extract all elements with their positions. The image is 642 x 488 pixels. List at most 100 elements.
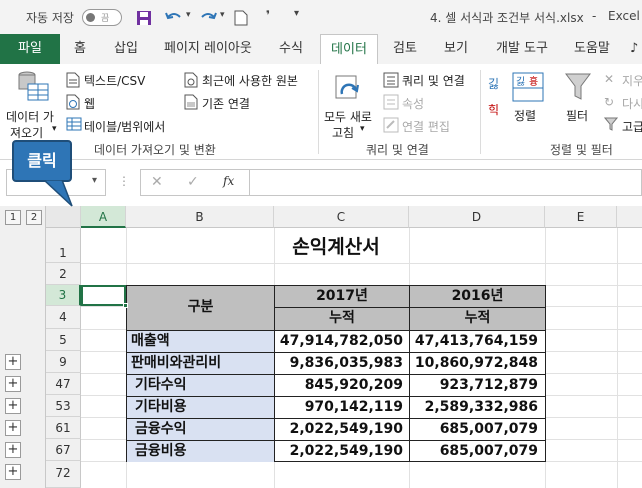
app-name: Excel [608,9,640,23]
active-cell-a3[interactable] [81,285,128,308]
row-header[interactable]: 9 [46,351,81,373]
outline-level-2-button[interactable]: 2 [26,210,42,225]
sort-button[interactable]: 긿 흉 정렬 [510,70,546,130]
row-header[interactable]: 67 [46,439,81,461]
recent-sources-button[interactable]: 최근에 사용한 원본 [202,72,298,89]
refresh-all-label-2: 고침 [332,126,355,140]
cancel-icon[interactable]: ✕ [151,174,163,190]
web-button[interactable]: 웹 [84,95,95,112]
tab-data[interactable]: 데이터 [320,34,378,65]
clear-button[interactable]: 지우 [622,72,642,89]
undo-icon[interactable] [164,9,184,25]
reapply-button[interactable]: 다시 [622,95,642,112]
tab-formulas[interactable]: 수식 [279,34,303,64]
gridline [617,228,618,488]
queries-connections-button[interactable]: 쿼리 및 연결 [402,72,465,89]
row-header[interactable]: 1 [46,228,81,263]
properties-button[interactable]: 속성 [402,95,424,112]
title-bar: 자동 저장 끔 ▾ ▾ ❜ ▾ 4. 셀 서식과 조건부 서식.xlsx - E… [0,0,642,34]
col-header-b[interactable]: B [126,206,274,228]
undo-dropdown-icon[interactable]: ▾ [186,10,191,20]
edit-links-button[interactable]: 연결 편집 [402,118,450,135]
filter-button[interactable]: 필터 [560,70,596,130]
table-range-button[interactable]: 테이블/범위에서 [84,118,165,135]
tab-search-icon[interactable]: ♪ [630,34,638,64]
autosave-toggle[interactable]: 끔 [82,9,122,26]
table-icon [66,117,82,131]
header-year-2016: 2016년 [451,288,504,304]
tab-help[interactable]: 도움말 [574,34,610,64]
tab-file[interactable]: 파일 [0,34,60,64]
redo-icon[interactable] [198,9,218,25]
formula-buttons: ✕ ✓ fx [140,169,250,196]
col-header-f[interactable] [617,206,642,228]
sheet-title: 손익계산서 [292,236,380,258]
chevron-down-icon: ▾ [52,124,57,134]
row-header[interactable]: 3 [46,285,81,306]
recent-sources-icon [184,72,198,88]
value-2016: 10,860,972,848 [414,355,538,371]
sort-asc-desc-icon[interactable]: 긿 힉 [488,74,504,118]
col-header-c[interactable]: C [274,206,409,228]
format-painter-icon[interactable]: ❜ [266,8,270,22]
toggle-knob [86,13,95,22]
fill-handle[interactable] [123,303,128,308]
tab-insert[interactable]: 삽입 [114,34,138,64]
row-header[interactable]: 47 [46,373,81,395]
dash-separator: - [592,9,597,23]
outline-level-1-button[interactable]: 1 [5,210,21,225]
row-header[interactable]: 72 [46,461,81,488]
refresh-all-button[interactable]: 모두 새로 고침 ▾ [322,68,378,140]
header-year-2017: 2017년 [316,288,368,304]
expand-group-button[interactable]: + [5,398,21,414]
tab-review[interactable]: 검토 [393,34,417,64]
expand-group-button[interactable]: + [5,464,21,480]
svg-text:힉: 힉 [488,103,499,117]
name-box-dropdown-icon[interactable]: ▾ [92,175,97,186]
tab-developer[interactable]: 개발 도구 [496,34,548,64]
edit-links-icon [383,117,399,133]
autosave-state: 끔 [101,14,110,24]
enter-icon[interactable]: ✓ [187,174,199,190]
expand-group-button[interactable]: + [5,420,21,436]
tab-home[interactable]: 홈 [74,34,86,64]
qat-more-icon[interactable]: ▾ [294,8,299,19]
expand-group-button[interactable]: + [5,442,21,458]
sort-icon: 긿 흉 [512,72,544,102]
save-icon[interactable] [136,10,152,26]
col-header-d[interactable]: D [409,206,545,228]
text-csv-button[interactable]: 텍스트/CSV [84,72,145,89]
existing-connections-button[interactable]: 기존 연결 [202,95,250,112]
click-callout: 클릭 [12,140,72,182]
refresh-icon [335,75,359,99]
advanced-button[interactable]: 고급 [622,118,642,135]
chevron-down-icon: ▾ [360,124,365,134]
filter-icon [565,73,591,100]
row-header[interactable]: 4 [46,306,81,329]
expand-group-button[interactable]: + [5,376,21,392]
row-header[interactable]: 5 [46,329,81,351]
formula-bar-grip-icon: ⋮ [118,174,130,188]
tab-page-layout[interactable]: 페이지 레이아웃 [164,34,252,64]
col-header-e[interactable]: E [545,206,617,228]
clear-filter-icon: ✕ [604,72,615,86]
header-category: 구분 [187,299,214,315]
value-2016: 2,589,332,986 [424,399,538,415]
tab-view[interactable]: 보기 [444,34,468,64]
expand-group-button[interactable]: + [5,354,21,370]
row-header[interactable]: 61 [46,417,81,439]
insert-function-icon[interactable]: fx [223,174,234,188]
text-file-icon [66,72,80,88]
row-header[interactable]: 2 [46,263,81,285]
get-data-label-1: 데이터 가 [6,110,54,124]
get-data-label-2: 져오기 [10,126,44,140]
group-label-queries: 쿼리 및 연결 [366,143,429,157]
get-data-button[interactable]: 데이터 가 져오기 ▾ [4,68,62,140]
group-separator [480,70,481,154]
redo-dropdown-icon[interactable]: ▾ [220,10,225,20]
col-header-a[interactable]: A [81,206,126,228]
new-file-icon[interactable] [234,10,248,26]
formula-input[interactable] [250,169,642,196]
row-header[interactable]: 53 [46,395,81,417]
group-separator [318,70,319,154]
